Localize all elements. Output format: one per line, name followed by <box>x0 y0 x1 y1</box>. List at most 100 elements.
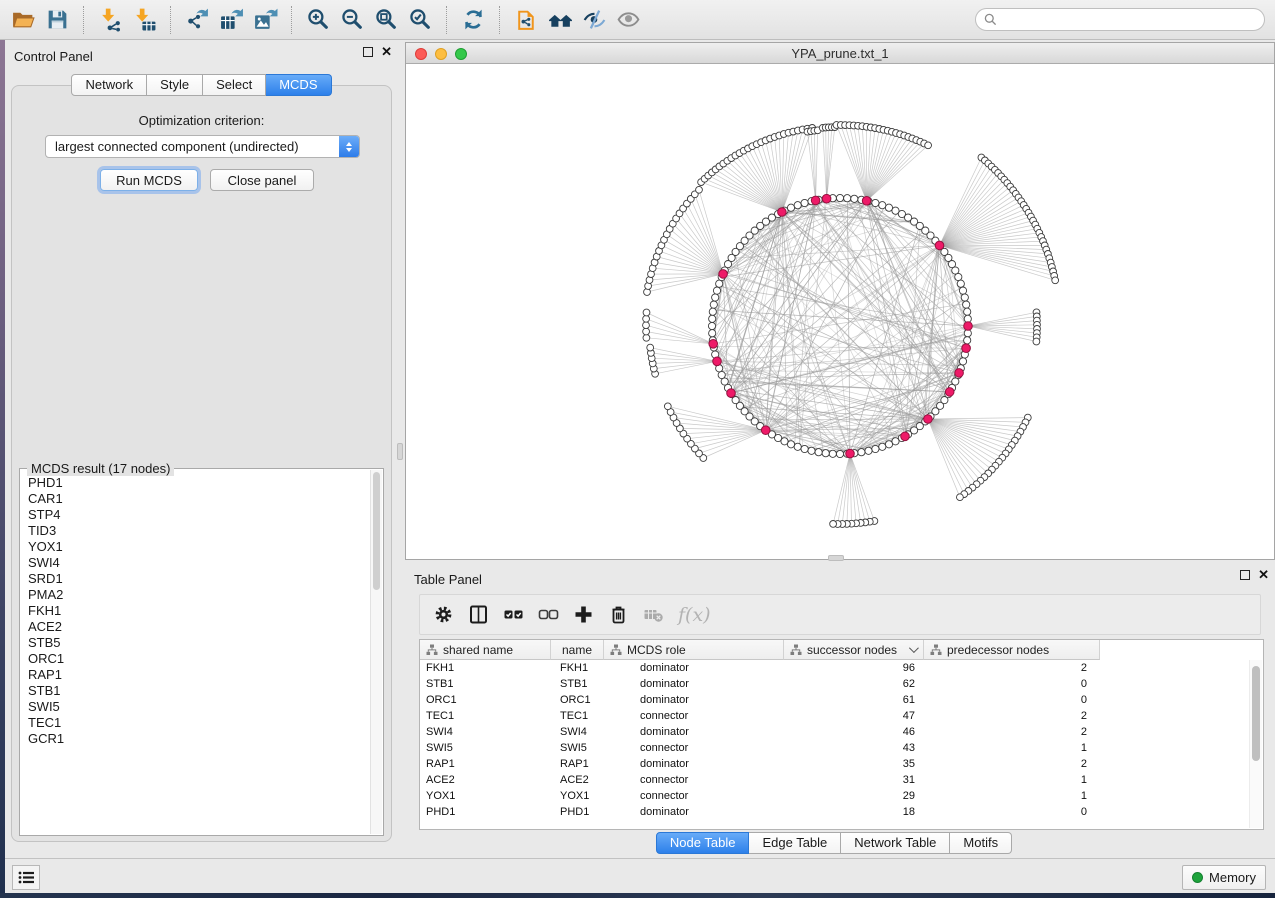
network-node[interactable] <box>709 330 716 337</box>
network-node[interactable] <box>844 195 851 202</box>
mcds-hub-node[interactable] <box>727 389 736 398</box>
table-row[interactable]: FKH1FKH1dominator962 <box>420 660 1263 676</box>
mcds-hub-node[interactable] <box>901 432 910 441</box>
mcds-hub-node[interactable] <box>862 197 871 206</box>
mcds-hub-node[interactable] <box>713 357 722 366</box>
network-node[interactable] <box>709 315 716 322</box>
close-panel-icon[interactable]: ✕ <box>381 47 392 57</box>
leaf-node[interactable] <box>664 403 671 410</box>
network-node[interactable] <box>955 273 962 280</box>
vertical-splitter-handle[interactable] <box>397 443 403 460</box>
zoom-fit-icon[interactable] <box>369 4 403 36</box>
network-node[interactable] <box>961 294 968 301</box>
leaf-node[interactable] <box>925 142 932 149</box>
leaf-node[interactable] <box>643 322 650 329</box>
network-node[interactable] <box>716 280 723 287</box>
column-header-shared-name[interactable]: shared name <box>420 640 551 660</box>
mcds-result-item[interactable]: STP4 <box>21 507 370 523</box>
leaf-node[interactable] <box>830 521 837 528</box>
mcds-result-item[interactable]: GCR1 <box>21 731 370 747</box>
network-node[interactable] <box>713 287 720 294</box>
network-node[interactable] <box>957 280 964 287</box>
mcds-hub-node[interactable] <box>778 208 787 217</box>
tab-motifs[interactable]: Motifs <box>950 832 1012 854</box>
table-row[interactable]: SWI5SWI5connector431 <box>420 740 1263 756</box>
run-mcds-button[interactable]: Run MCDS <box>100 169 198 191</box>
task-history-button[interactable] <box>12 865 40 890</box>
network-node[interactable] <box>718 371 725 378</box>
network-window-titlebar[interactable]: YPA_prune.txt_1 <box>406 43 1274 64</box>
column-header-MCDS-role[interactable]: MCDS role <box>604 640 784 660</box>
add-column-icon[interactable] <box>571 603 595 627</box>
import-table-icon[interactable] <box>127 4 161 36</box>
deselect-all-icon[interactable] <box>536 603 560 627</box>
network-node[interactable] <box>801 445 808 452</box>
close-panel-icon[interactable]: ✕ <box>1258 570 1269 580</box>
select-all-icon[interactable] <box>501 603 525 627</box>
network-node[interactable] <box>815 449 822 456</box>
import-network-icon[interactable] <box>93 4 127 36</box>
tab-select[interactable]: Select <box>203 74 266 96</box>
gear-icon[interactable] <box>431 603 455 627</box>
network-node[interactable] <box>836 450 843 457</box>
network-node[interactable] <box>822 450 829 457</box>
mcds-hub-node[interactable] <box>924 415 933 424</box>
table-row[interactable]: YOX1YOX1connector291 <box>420 788 1263 804</box>
table-scrollbar[interactable] <box>1249 660 1262 828</box>
mcds-hub-node[interactable] <box>964 322 973 331</box>
tab-node-table[interactable]: Node Table <box>656 832 750 854</box>
export-network-icon[interactable] <box>180 4 214 36</box>
column-header-name[interactable]: name <box>551 640 604 660</box>
mcds-result-item[interactable]: SWI4 <box>21 555 370 571</box>
table-row[interactable]: ACE2ACE2connector311 <box>420 772 1263 788</box>
float-panel-icon[interactable] <box>1240 570 1250 580</box>
first-neighbors-icon[interactable] <box>543 4 577 36</box>
horizontal-splitter-handle[interactable] <box>828 555 844 561</box>
leaf-node[interactable] <box>643 334 650 341</box>
tab-mcds[interactable]: MCDS <box>266 74 331 96</box>
mcds-hub-node[interactable] <box>811 196 820 205</box>
search-field[interactable] <box>975 8 1265 31</box>
table-row[interactable]: RAP1RAP1dominator352 <box>420 756 1263 772</box>
mcds-result-item[interactable]: ACE2 <box>21 619 370 635</box>
mcds-hub-node[interactable] <box>846 449 855 458</box>
network-node[interactable] <box>963 301 970 308</box>
table-row[interactable]: ORC1ORC1dominator610 <box>420 692 1263 708</box>
mcds-hub-node[interactable] <box>822 194 831 203</box>
network-node[interactable] <box>885 441 892 448</box>
mcds-hub-node[interactable] <box>945 388 954 397</box>
tab-network-table[interactable]: Network Table <box>841 832 950 854</box>
mcds-result-item[interactable]: YOX1 <box>21 539 370 555</box>
network-node[interactable] <box>709 308 716 315</box>
network-node[interactable] <box>712 294 719 301</box>
tab-style[interactable]: Style <box>147 74 203 96</box>
leaf-node[interactable] <box>1052 277 1059 284</box>
mcds-hub-node[interactable] <box>709 340 718 349</box>
leaf-node[interactable] <box>696 186 703 193</box>
mcds-result-item[interactable]: SRD1 <box>21 571 370 587</box>
export-image-icon[interactable] <box>248 4 282 36</box>
network-node[interactable] <box>794 202 801 209</box>
hide-selected-icon[interactable] <box>577 4 611 36</box>
mcds-result-item[interactable]: ORC1 <box>21 651 370 667</box>
network-node[interactable] <box>879 202 886 209</box>
network-node[interactable] <box>872 199 879 206</box>
close-panel-button[interactable]: Close panel <box>210 169 314 191</box>
mcds-hub-node[interactable] <box>955 369 964 378</box>
network-node[interactable] <box>964 337 971 344</box>
leaf-node[interactable] <box>643 309 650 316</box>
network-node[interactable] <box>829 450 836 457</box>
network-node[interactable] <box>794 443 801 450</box>
mcds-result-item[interactable]: CAR1 <box>21 491 370 507</box>
column-header-successor-nodes[interactable]: successor nodes <box>784 640 924 660</box>
mcds-hub-node[interactable] <box>719 270 728 279</box>
network-node[interactable] <box>865 447 872 454</box>
mcds-result-item[interactable]: RAP1 <box>21 667 370 683</box>
mcds-hub-node[interactable] <box>935 241 944 250</box>
mcds-result-item[interactable]: STB5 <box>21 635 370 651</box>
network-node[interactable] <box>879 443 886 450</box>
network-node[interactable] <box>787 204 794 211</box>
sort-chevron-icon[interactable] <box>909 643 919 653</box>
network-graph[interactable] <box>406 64 1274 559</box>
table-row[interactable]: PHD1PHD1dominator180 <box>420 804 1263 820</box>
